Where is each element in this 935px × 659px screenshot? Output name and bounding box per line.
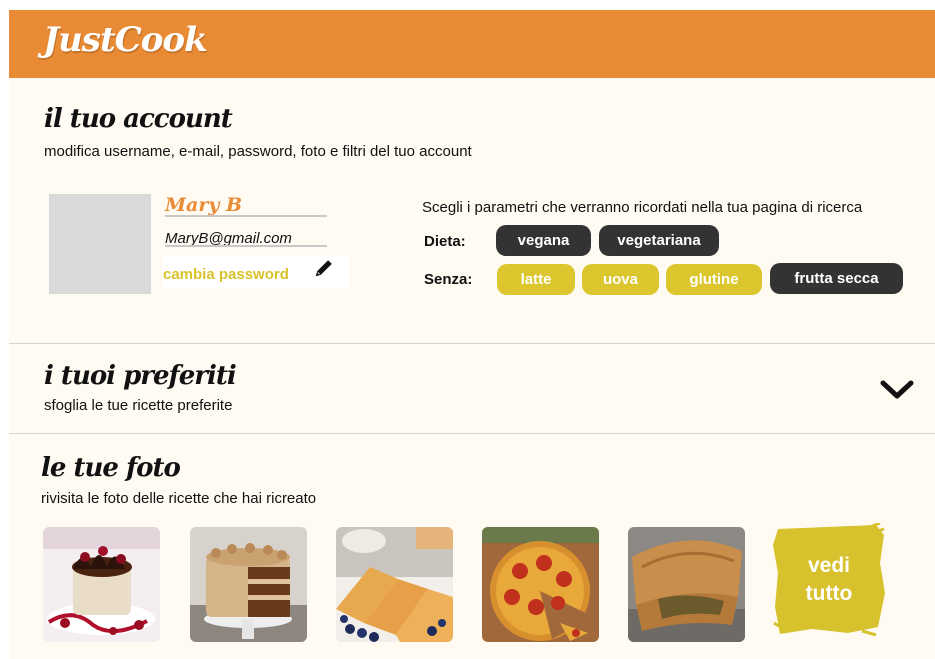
email-underline — [165, 245, 327, 247]
avatar[interactable] — [49, 194, 151, 294]
pencil-icon[interactable] — [313, 257, 335, 279]
calzone-photo[interactable] — [628, 527, 745, 642]
layer-cake-photo[interactable] — [190, 527, 307, 642]
photos-title: le tue foto — [41, 453, 181, 483]
username-underline — [165, 215, 327, 217]
prefs-intro: Scegli i parametri che verranno ricordat… — [422, 199, 863, 216]
app-logo[interactable]: JustCook — [43, 20, 208, 60]
pizza-photo[interactable] — [482, 527, 599, 642]
username-field[interactable]: Mary B — [165, 194, 242, 216]
chevron-down-icon[interactable] — [880, 378, 914, 402]
see-all-label: vedi tutto — [805, 554, 853, 605]
chip-vegetariana[interactable]: vegetariana — [599, 225, 719, 256]
favorites-subtitle: sfoglia le tue ricette preferite — [44, 397, 233, 414]
chip-uova[interactable]: uova — [582, 264, 659, 295]
favorites-title: i tuoi preferiti — [44, 361, 237, 391]
account-title: il tuo account — [44, 104, 233, 134]
account-subtitle: modifica username, e-mail, password, fot… — [44, 143, 472, 160]
change-password-link[interactable]: cambia password — [163, 266, 289, 283]
app-header: JustCook — [9, 10, 935, 78]
diet-label: Dieta: — [424, 233, 466, 250]
chip-frutta-secca[interactable]: frutta secca — [770, 263, 903, 294]
photos-subtitle: rivisita le foto delle ricette che hai r… — [41, 490, 317, 507]
chip-glutine[interactable]: glutine — [666, 264, 762, 295]
without-label: Senza: — [424, 271, 473, 288]
chip-latte[interactable]: latte — [497, 264, 575, 295]
chocolate-mousse-cake-photo[interactable] — [43, 527, 160, 642]
crepes-photo[interactable] — [336, 527, 453, 642]
chip-vegana[interactable]: vegana — [496, 225, 591, 256]
